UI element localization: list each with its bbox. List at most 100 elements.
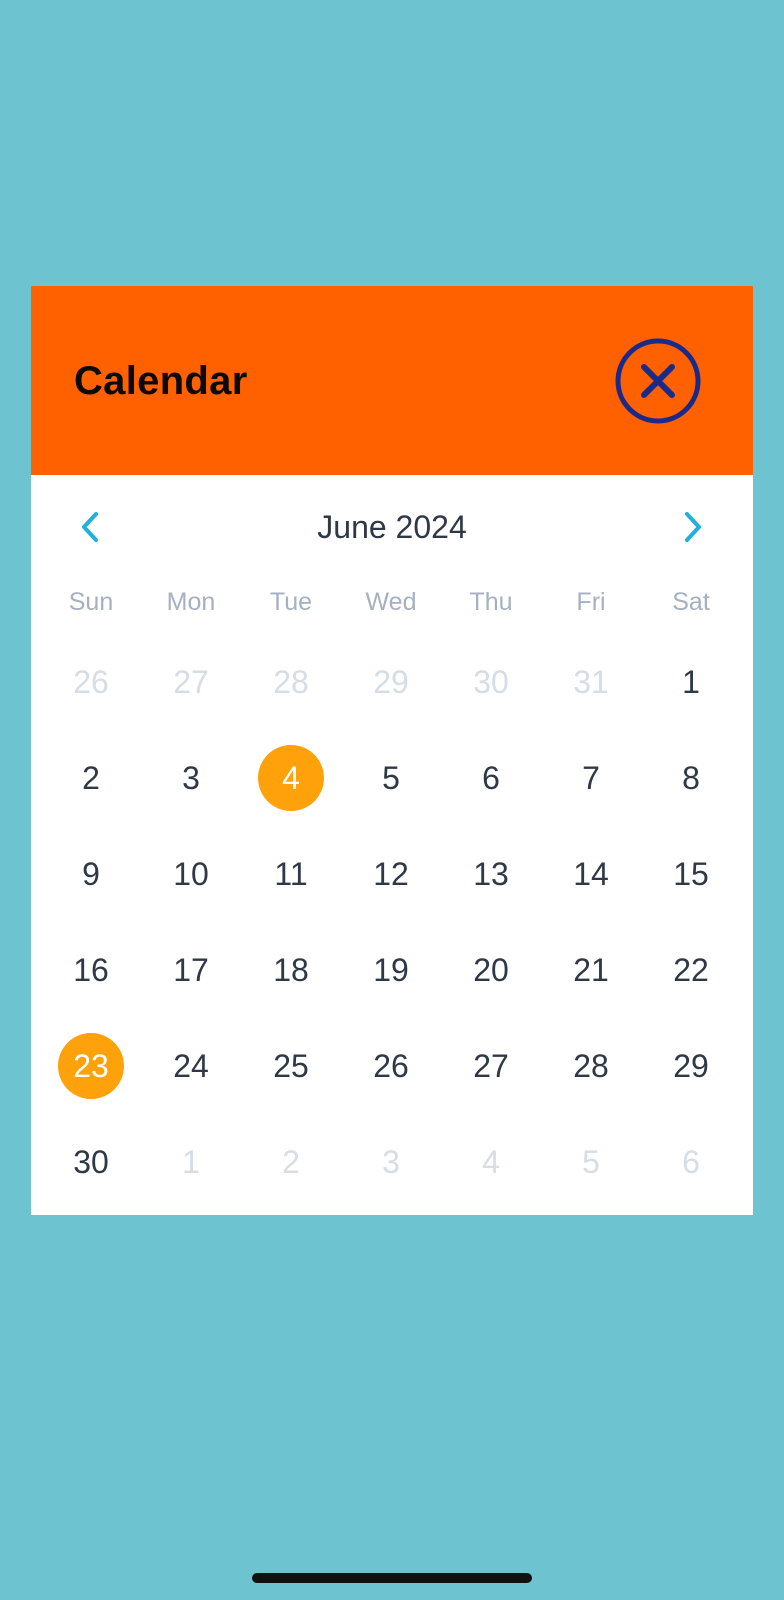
day-number: 5 [582, 1143, 600, 1180]
day-cell[interactable]: 22 [641, 922, 741, 1018]
day-cell-selected[interactable]: 23 [41, 1018, 141, 1114]
day-cell[interactable]: 14 [541, 826, 641, 922]
day-number: 20 [473, 951, 509, 988]
day-number: 4 [258, 745, 324, 811]
day-cell[interactable]: 25 [241, 1018, 341, 1114]
day-number: 10 [173, 855, 209, 892]
day-cell-outside-month[interactable]: 2 [241, 1114, 341, 1210]
day-number: 26 [73, 663, 109, 700]
day-grid: 26 27 28 29 30 31 1 2 3 4 5 6 7 8 9 10 11 12 13 14 15 16 17 18 1… [41, 634, 741, 1210]
day-number: 30 [473, 663, 509, 700]
day-number: 1 [182, 1143, 200, 1180]
day-cell-outside-month[interactable]: 26 [41, 634, 141, 730]
weekday-label: Tue [269, 588, 313, 616]
day-number: 6 [482, 759, 500, 796]
day-number: 2 [82, 759, 100, 796]
day-cell-outside-month[interactable]: 31 [541, 634, 641, 730]
day-cell[interactable]: 19 [341, 922, 441, 1018]
day-cell[interactable]: 10 [141, 826, 241, 922]
day-cell[interactable]: 8 [641, 730, 741, 826]
day-number: 8 [682, 759, 700, 796]
day-number: 15 [673, 855, 709, 892]
day-cell[interactable]: 16 [41, 922, 141, 1018]
day-number: 9 [82, 855, 100, 892]
weekday-label: Sat [672, 588, 710, 616]
calendar-modal: Calendar June 2024 Sun Mon Tue Wed Thu F… [31, 286, 753, 1215]
day-cell-outside-month[interactable]: 6 [641, 1114, 741, 1210]
day-cell[interactable]: 6 [441, 730, 541, 826]
day-cell[interactable]: 13 [441, 826, 541, 922]
day-number: 12 [373, 855, 409, 892]
day-number: 3 [182, 759, 200, 796]
day-number: 3 [382, 1143, 400, 1180]
day-cell[interactable]: 2 [41, 730, 141, 826]
day-cell-outside-month[interactable]: 4 [441, 1114, 541, 1210]
day-number: 22 [673, 951, 709, 988]
day-number: 23 [58, 1033, 124, 1099]
close-button[interactable] [615, 338, 701, 424]
home-indicator [252, 1573, 532, 1583]
month-title: June 2024 [317, 509, 467, 545]
day-number: 21 [573, 951, 609, 988]
day-number: 26 [373, 1047, 409, 1084]
day-cell-outside-month[interactable]: 30 [441, 634, 541, 730]
day-cell[interactable]: 3 [141, 730, 241, 826]
day-cell-outside-month[interactable]: 5 [541, 1114, 641, 1210]
day-cell[interactable]: 17 [141, 922, 241, 1018]
day-number: 30 [73, 1143, 109, 1180]
day-cell[interactable]: 11 [241, 826, 341, 922]
weekday-label: Wed [365, 588, 417, 616]
weekday-label: Thu [469, 588, 513, 616]
day-cell[interactable]: 20 [441, 922, 541, 1018]
day-number: 24 [173, 1047, 209, 1084]
day-number: 25 [273, 1047, 309, 1084]
day-cell[interactable]: 9 [41, 826, 141, 922]
day-cell[interactable]: 26 [341, 1018, 441, 1114]
day-cell[interactable]: 27 [441, 1018, 541, 1114]
day-cell[interactable]: 12 [341, 826, 441, 922]
day-cell[interactable]: 21 [541, 922, 641, 1018]
day-number: 13 [473, 855, 509, 892]
day-cell-selected[interactable]: 4 [241, 730, 341, 826]
day-cell[interactable]: 24 [141, 1018, 241, 1114]
day-cell[interactable]: 28 [541, 1018, 641, 1114]
day-number: 6 [682, 1143, 700, 1180]
day-number: 27 [173, 663, 209, 700]
day-cell[interactable]: 15 [641, 826, 741, 922]
day-cell-outside-month[interactable]: 28 [241, 634, 341, 730]
day-cell[interactable]: 29 [641, 1018, 741, 1114]
week-row: 30 1 2 3 4 5 6 [41, 1114, 741, 1210]
weekday-header: Sun Mon Tue Wed Thu Fri Sat [41, 584, 741, 620]
day-number: 16 [73, 951, 109, 988]
close-circle-icon [615, 338, 701, 424]
day-number: 19 [373, 951, 409, 988]
day-cell[interactable]: 7 [541, 730, 641, 826]
day-cell-outside-month[interactable]: 29 [341, 634, 441, 730]
day-number: 29 [673, 1047, 709, 1084]
day-number: 2 [282, 1143, 300, 1180]
day-cell-outside-month[interactable]: 27 [141, 634, 241, 730]
day-number: 28 [273, 663, 309, 700]
week-row: 26 27 28 29 30 31 1 [41, 634, 741, 730]
modal-title: Calendar [74, 359, 248, 403]
day-number: 1 [682, 663, 700, 700]
day-cell-outside-month[interactable]: 3 [341, 1114, 441, 1210]
next-month-button[interactable] [674, 509, 710, 545]
day-number: 31 [573, 663, 609, 700]
day-number: 11 [274, 855, 308, 892]
day-cell-outside-month[interactable]: 1 [141, 1114, 241, 1210]
day-cell[interactable]: 30 [41, 1114, 141, 1210]
week-row: 2 3 4 5 6 7 8 [41, 730, 741, 826]
weekday-label: Sun [68, 588, 114, 616]
month-navigation: June 2024 [31, 475, 753, 575]
day-cell[interactable]: 1 [641, 634, 741, 730]
week-row: 23 24 25 26 27 28 29 [41, 1018, 741, 1114]
day-cell[interactable]: 18 [241, 922, 341, 1018]
day-number: 17 [173, 951, 209, 988]
weekday-label: Mon [166, 588, 216, 616]
weekday-label: Fri [576, 588, 606, 616]
day-number: 7 [582, 759, 600, 796]
day-cell[interactable]: 5 [341, 730, 441, 826]
day-number: 29 [373, 663, 409, 700]
day-number: 27 [473, 1047, 509, 1084]
